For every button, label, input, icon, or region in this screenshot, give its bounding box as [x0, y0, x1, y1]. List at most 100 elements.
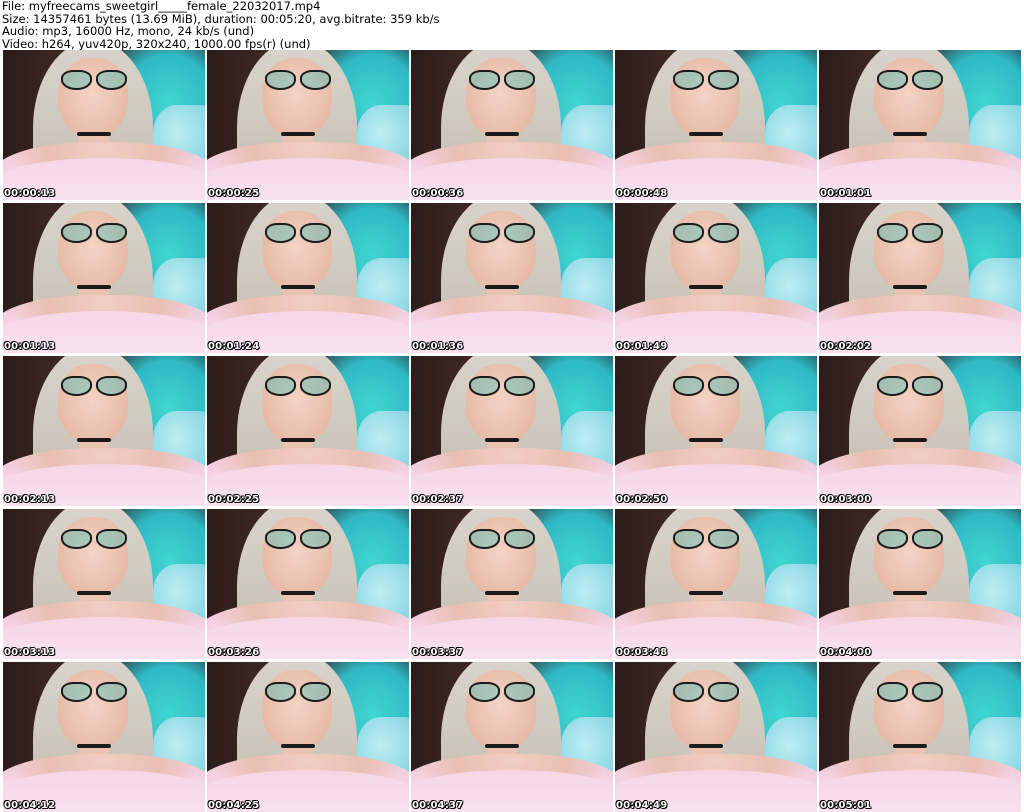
choker-necklace [485, 591, 519, 595]
thumbnail-frame: 00:03:13 [3, 509, 205, 659]
thumbnail-frame: 00:02:02 [819, 203, 1021, 353]
thumbnail-frame: 00:01:01 [819, 50, 1021, 200]
glasses-icon [469, 376, 535, 396]
thumbnail-frame: 00:03:37 [411, 509, 613, 659]
thumbnail-frame: 00:05:01 [819, 662, 1021, 812]
glasses-icon [61, 223, 127, 243]
choker-necklace [77, 744, 111, 748]
glasses-icon [61, 682, 127, 702]
glasses-icon [673, 529, 739, 549]
choker-necklace [281, 132, 315, 136]
thumbnail-frame: 00:02:50 [615, 356, 817, 506]
timestamp-label: 00:05:01 [820, 800, 872, 811]
choker-necklace [281, 591, 315, 595]
choker-necklace [485, 744, 519, 748]
thumbnail-frame: 00:01:24 [207, 203, 409, 353]
timestamp-label: 00:02:13 [4, 494, 56, 505]
choker-necklace [893, 744, 927, 748]
thumbnail-frame: 00:02:13 [3, 356, 205, 506]
glasses-icon [265, 682, 331, 702]
thumbnail-frame: 00:04:12 [3, 662, 205, 812]
timestamp-label: 00:03:26 [208, 647, 260, 658]
choker-necklace [485, 438, 519, 442]
thumbnail-frame: 00:04:25 [207, 662, 409, 812]
glasses-icon [265, 70, 331, 90]
choker-necklace [689, 591, 723, 595]
timestamp-label: 00:02:37 [412, 494, 464, 505]
timestamp-label: 00:01:24 [208, 341, 260, 352]
choker-necklace [281, 285, 315, 289]
thumbnail-frame: 00:00:48 [615, 50, 817, 200]
glasses-icon [877, 682, 943, 702]
glasses-icon [265, 223, 331, 243]
choker-necklace [689, 744, 723, 748]
thumbnail-frame: 00:04:49 [615, 662, 817, 812]
thumbnail-frame: 00:01:49 [615, 203, 817, 353]
thumbnail-frame: 00:04:00 [819, 509, 1021, 659]
thumbnail-frame: 00:01:36 [411, 203, 613, 353]
timestamp-label: 00:03:37 [412, 647, 464, 658]
choker-necklace [689, 438, 723, 442]
timestamp-label: 00:02:25 [208, 494, 260, 505]
timestamp-label: 00:01:13 [4, 341, 56, 352]
glasses-icon [469, 682, 535, 702]
glasses-icon [877, 376, 943, 396]
choker-necklace [485, 132, 519, 136]
choker-necklace [689, 285, 723, 289]
choker-necklace [893, 285, 927, 289]
thumbnail-frame: 00:03:00 [819, 356, 1021, 506]
timestamp-label: 00:04:37 [412, 800, 464, 811]
timestamp-label: 00:00:13 [4, 188, 56, 199]
audio-info-line: Audio: mp3, 16000 Hz, mono, 24 kb/s (und… [2, 24, 255, 38]
timestamp-label: 00:04:25 [208, 800, 260, 811]
thumbnail-frame: 00:00:13 [3, 50, 205, 200]
file-name-line: File: myfreecams_sweetgirl_____female_22… [2, 0, 321, 13]
glasses-icon [877, 70, 943, 90]
timestamp-label: 00:00:36 [412, 188, 464, 199]
timestamp-label: 00:01:01 [820, 188, 872, 199]
glasses-icon [673, 70, 739, 90]
choker-necklace [281, 744, 315, 748]
thumbnail-frame: 00:03:48 [615, 509, 817, 659]
choker-necklace [485, 285, 519, 289]
glasses-icon [469, 529, 535, 549]
thumbnail-frame: 00:00:36 [411, 50, 613, 200]
timestamp-label: 00:04:49 [616, 800, 668, 811]
glasses-icon [673, 376, 739, 396]
glasses-icon [673, 682, 739, 702]
file-info-header: File: myfreecams_sweetgirl_____female_22… [0, 0, 1024, 50]
glasses-icon [469, 70, 535, 90]
choker-necklace [893, 591, 927, 595]
choker-necklace [77, 438, 111, 442]
timestamp-label: 00:03:48 [616, 647, 668, 658]
timestamp-label: 00:04:12 [4, 800, 56, 811]
timestamp-label: 00:00:48 [616, 188, 668, 199]
glasses-icon [61, 529, 127, 549]
thumbnail-frame: 00:02:37 [411, 356, 613, 506]
timestamp-label: 00:02:02 [820, 341, 872, 352]
thumbnail-frame: 00:02:25 [207, 356, 409, 506]
timestamp-label: 00:00:25 [208, 188, 260, 199]
choker-necklace [893, 132, 927, 136]
glasses-icon [265, 376, 331, 396]
timestamp-label: 00:03:00 [820, 494, 872, 505]
choker-necklace [893, 438, 927, 442]
thumbnail-frame: 00:00:25 [207, 50, 409, 200]
choker-necklace [689, 132, 723, 136]
timestamp-label: 00:03:13 [4, 647, 56, 658]
thumbnail-frame: 00:03:26 [207, 509, 409, 659]
thumbnail-grid: 00:00:13 00:00:25 00:00:36 00:00:48 00:01:01… [0, 50, 1024, 812]
choker-necklace [77, 132, 111, 136]
choker-necklace [77, 591, 111, 595]
glasses-icon [61, 376, 127, 396]
choker-necklace [77, 285, 111, 289]
timestamp-label: 00:01:49 [616, 341, 668, 352]
video-info-line: Video: h264, yuv420p, 320x240, 1000.00 f… [2, 36, 311, 51]
timestamp-label: 00:02:50 [616, 494, 668, 505]
glasses-icon [469, 223, 535, 243]
glasses-icon [673, 223, 739, 243]
glasses-icon [61, 70, 127, 90]
glasses-icon [877, 223, 943, 243]
timestamp-label: 00:01:36 [412, 341, 464, 352]
thumbnail-frame: 00:04:37 [411, 662, 613, 812]
